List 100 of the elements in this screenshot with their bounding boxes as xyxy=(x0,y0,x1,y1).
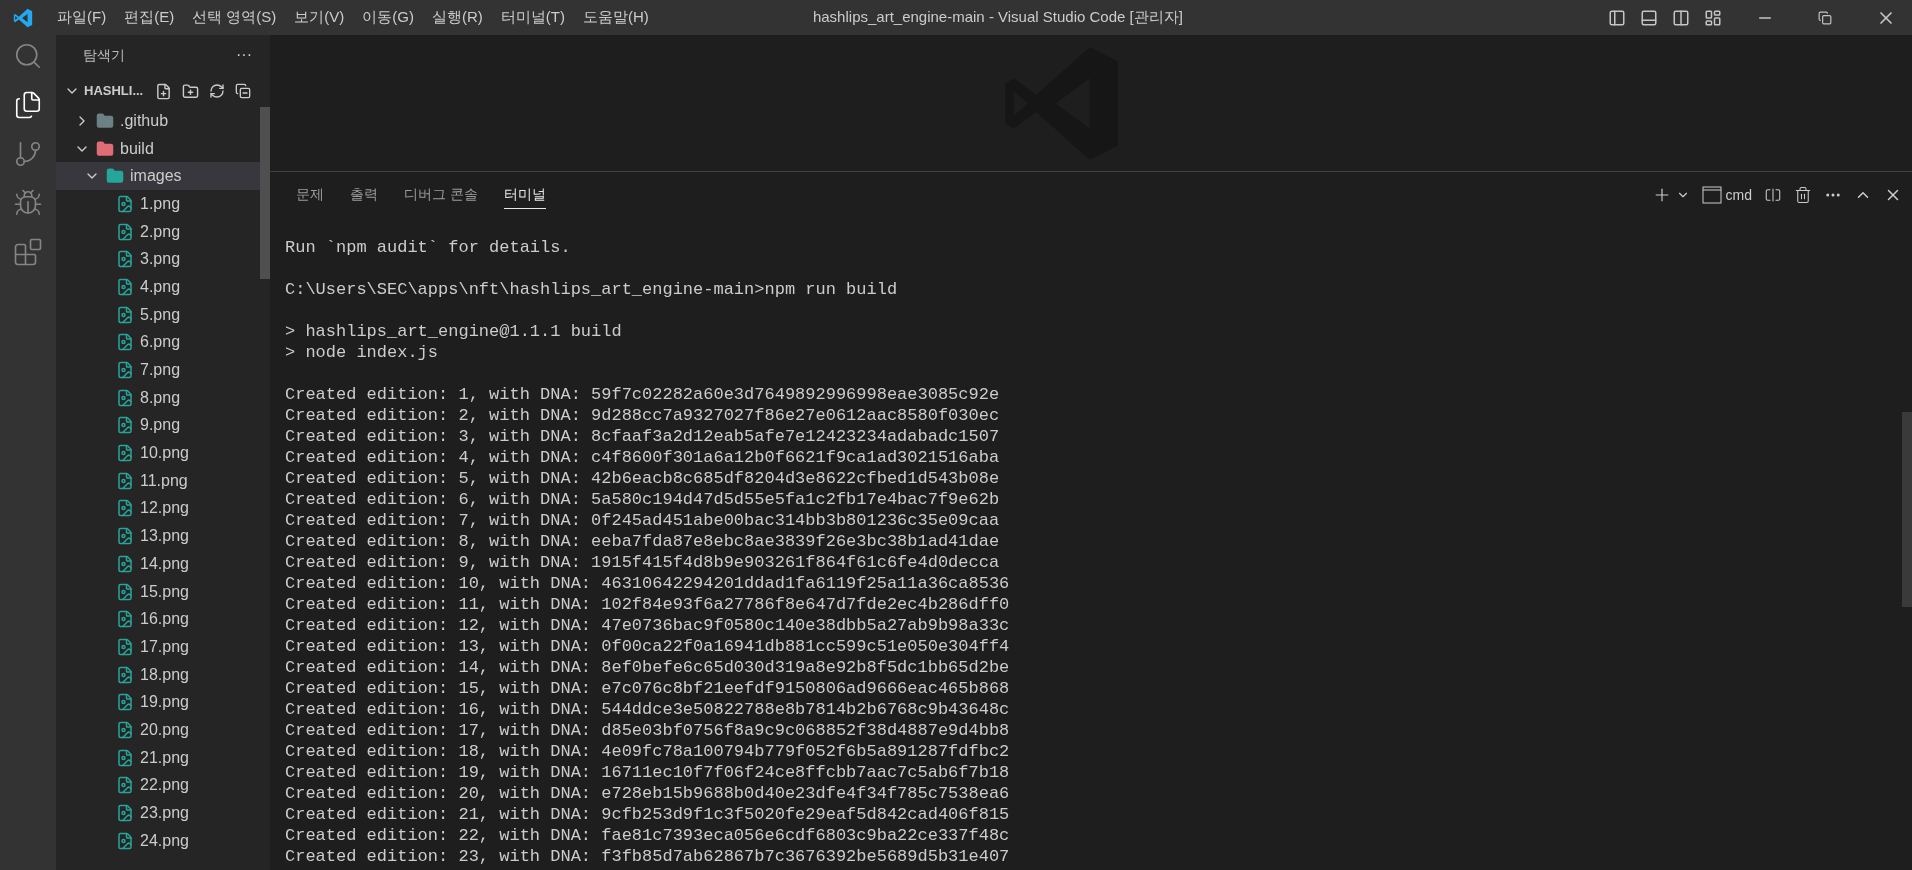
file-name: 1.png xyxy=(140,193,181,214)
folder-icon xyxy=(96,111,114,130)
tree-item[interactable]: 22.png xyxy=(56,771,260,800)
file-name: 11.png xyxy=(140,470,188,491)
tree-item[interactable]: build xyxy=(56,134,260,163)
tree-item[interactable]: .github xyxy=(56,107,260,135)
tree-item[interactable]: 20.png xyxy=(56,716,260,744)
new-file-icon[interactable] xyxy=(155,82,173,100)
file-name: 5.png xyxy=(140,304,181,325)
tree-item[interactable]: 10.png xyxy=(56,439,260,467)
file-name: 17.png xyxy=(140,636,189,657)
image-file-icon xyxy=(116,499,134,518)
files-icon[interactable] xyxy=(13,90,43,120)
panel-tab[interactable]: 터미널 xyxy=(503,181,546,209)
tree-item[interactable]: 13.png xyxy=(56,522,260,550)
menu-item[interactable]: 선택 영역(S) xyxy=(183,6,286,29)
file-name: 7.png xyxy=(140,360,181,381)
image-file-icon xyxy=(116,333,134,352)
panel-tab[interactable]: 디버그 콘솔 xyxy=(404,181,478,209)
extensions-icon[interactable] xyxy=(13,237,43,267)
tree-item[interactable]: images xyxy=(56,162,260,191)
terminal-line: Created edition: 10, with DNA: 46310642294201ddad1fa6119f25a11a36ca8536 xyxy=(285,573,1011,594)
terminal-line: Created edition: 5, with DNA: 42b6eacb8c685df8204d3e8622cfbed1d543b08e xyxy=(285,468,1001,489)
tree-item[interactable]: 5.png xyxy=(56,300,260,329)
tree-item[interactable]: 16.png xyxy=(56,605,260,634)
tree-item[interactable]: 18.png xyxy=(56,660,260,689)
more-actions[interactable]: ··· xyxy=(236,43,252,67)
tree-item[interactable]: 24.png xyxy=(56,826,260,855)
toggle-panel-icon[interactable] xyxy=(1640,8,1658,27)
file-name: 23.png xyxy=(140,803,189,824)
scrollbar-thumb[interactable] xyxy=(260,107,270,279)
terminal-name[interactable]: cmd xyxy=(1725,184,1752,206)
tree-item[interactable]: 8.png xyxy=(56,383,260,412)
tree-item[interactable]: 1.png xyxy=(56,190,260,218)
terminal-line: Created edition: 21, with DNA: 9cfb253d9f1c3f5020fe29eaf5d842cad406f815 xyxy=(285,804,1011,825)
file-name: .github xyxy=(120,110,169,131)
tree-item[interactable]: 15.png xyxy=(56,577,260,606)
split-terminal-icon[interactable] xyxy=(1764,186,1782,204)
image-file-icon xyxy=(116,776,134,795)
menu-item[interactable]: 파일(F) xyxy=(48,6,116,29)
scrollbar-thumb[interactable] xyxy=(1902,412,1912,607)
terminal-line: Created edition: 16, with DNA: 544ddce3e50822788e8b7814b2b6768c9b43648c xyxy=(285,699,1011,720)
menu-item[interactable]: 실행(R) xyxy=(423,6,492,29)
file-name: 10.png xyxy=(140,443,189,464)
image-file-icon xyxy=(116,804,134,823)
panel-tab[interactable]: 문제 xyxy=(296,181,324,209)
image-file-icon xyxy=(116,554,134,573)
tree-item[interactable]: 7.png xyxy=(56,356,260,384)
source-control-icon[interactable] xyxy=(13,139,43,169)
file-name: 3.png xyxy=(140,249,181,270)
menu-item[interactable]: 도움말(H) xyxy=(574,6,658,29)
file-name: 19.png xyxy=(140,692,189,713)
new-folder-icon[interactable] xyxy=(182,82,200,100)
tree-item[interactable]: 6.png xyxy=(56,328,260,357)
toggle-sidebar-icon[interactable] xyxy=(1608,8,1626,27)
folder-icon xyxy=(96,139,114,158)
refresh-icon[interactable] xyxy=(209,83,226,99)
search-icon[interactable] xyxy=(13,41,43,71)
file-name: 20.png xyxy=(140,719,189,740)
image-file-icon xyxy=(116,665,134,684)
file-name: 6.png xyxy=(140,332,181,353)
tree-item[interactable]: 3.png xyxy=(56,245,260,274)
file-name: build xyxy=(120,138,154,159)
image-file-icon xyxy=(116,527,134,546)
file-name: 18.png xyxy=(140,664,189,685)
toggle-secondary-sidebar-icon[interactable] xyxy=(1672,8,1690,27)
terminal-line: Created edition: 23, with DNA: f3fb85d7ab62867b7c3676392be5689d5b31e407 xyxy=(285,846,1011,867)
menu-item[interactable]: 이동(G) xyxy=(353,6,423,29)
terminal-line: Created edition: 13, with DNA: 0f00ca22f0a16941db881cc599c51e050e304ff4 xyxy=(285,636,1011,657)
image-file-icon xyxy=(116,277,134,296)
layout-icon[interactable] xyxy=(1704,8,1722,27)
panel-tab[interactable]: 출력 xyxy=(350,181,378,209)
collapse-all-icon[interactable] xyxy=(235,83,252,99)
tree-item[interactable]: 9.png xyxy=(56,411,260,440)
tree-item[interactable]: 14.png xyxy=(56,550,260,578)
terminal-icon xyxy=(1701,186,1722,204)
menu-item[interactable]: 편집(E) xyxy=(115,6,184,29)
tree-item[interactable]: 23.png xyxy=(56,799,260,827)
sidebar-title: 탐색기 xyxy=(83,45,125,65)
file-name: 24.png xyxy=(140,830,189,851)
trash-icon[interactable] xyxy=(1794,186,1812,204)
tree-item[interactable]: 11.png xyxy=(56,466,260,495)
menu-item[interactable]: 보기(V) xyxy=(285,6,354,29)
tree-item[interactable]: 12.png xyxy=(56,494,260,523)
file-name: 15.png xyxy=(140,581,189,602)
tree-item[interactable]: 21.png xyxy=(56,743,260,772)
tree-item[interactable]: 4.png xyxy=(56,273,260,301)
terminal-line: Created edition: 19, with DNA: 16711ec10f7f06f24ce8ffcbb7aac7c5ab6f7b18 xyxy=(285,762,1011,783)
project-name[interactable]: HASHLI... xyxy=(84,81,144,101)
menu-item[interactable]: 터미널(T) xyxy=(491,6,574,29)
tree-item[interactable]: 17.png xyxy=(56,633,260,661)
file-name: 8.png xyxy=(140,387,181,408)
image-file-icon xyxy=(116,610,134,629)
file-name: 4.png xyxy=(140,276,181,297)
run-debug-icon[interactable] xyxy=(13,188,43,218)
restore-icon[interactable] xyxy=(1818,10,1832,25)
tree-item[interactable]: 19.png xyxy=(56,688,260,717)
tree-item[interactable]: 2.png xyxy=(56,217,260,246)
image-file-icon xyxy=(116,444,134,463)
terminal-line: Created edition: 1, with DNA: 59f7c02282a60e3d7649892996998eae3085c92e xyxy=(285,384,1001,405)
